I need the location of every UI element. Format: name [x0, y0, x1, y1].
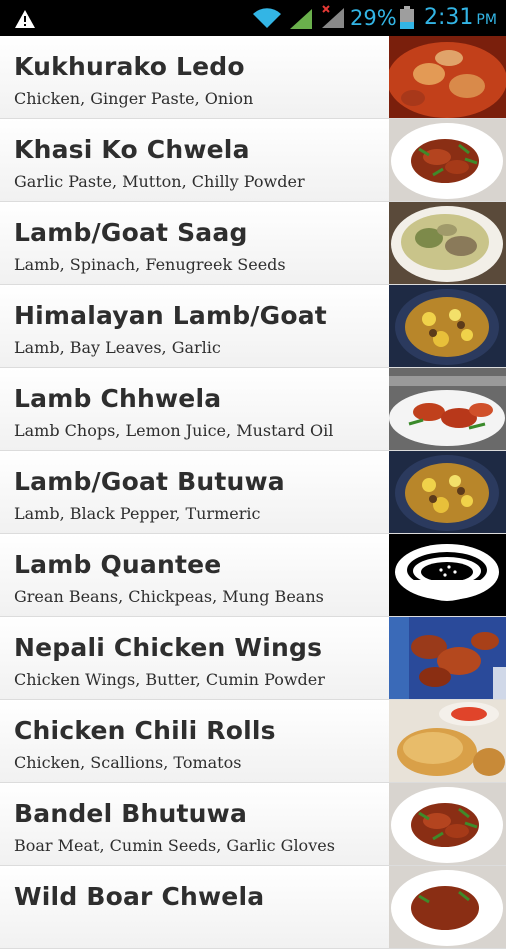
recipe-thumbnail — [389, 700, 506, 782]
recipe-title: Lamb/Goat Butuwa — [14, 467, 285, 496]
recipe-title: Himalayan Lamb/Goat — [14, 301, 327, 330]
recipe-row[interactable]: Wild Boar Chwela — [0, 866, 506, 949]
bowl-placeholder-icon — [389, 534, 506, 616]
recipe-thumbnail — [389, 617, 506, 699]
recipe-thumbnail — [389, 119, 506, 201]
battery-percent: 29% — [350, 6, 397, 30]
recipe-thumbnail — [389, 368, 506, 450]
recipe-row[interactable]: Lamb Chhwela Lamb Chops, Lemon Juice, Mu… — [0, 368, 506, 451]
recipe-title: Chicken Chili Rolls — [14, 716, 276, 745]
recipe-title: Bandel Bhutuwa — [14, 799, 248, 828]
recipe-row[interactable]: Lamb/Goat Butuwa Lamb, Black Pepper, Tur… — [0, 451, 506, 534]
recipe-ingredients: Chicken, Scallions, Tomatos — [14, 753, 242, 772]
recipe-thumbnail — [389, 451, 506, 533]
recipe-title: Lamb Chhwela — [14, 384, 222, 413]
recipe-ingredients: Chicken Wings, Butter, Cumin Powder — [14, 670, 325, 689]
recipe-row[interactable]: Khasi Ko Chwela Garlic Paste, Mutton, Ch… — [0, 119, 506, 202]
recipe-title: Khasi Ko Chwela — [14, 135, 250, 164]
signal-no-data-icon — [320, 4, 346, 34]
recipe-row[interactable]: Bandel Bhutuwa Boar Meat, Cumin Seeds, G… — [0, 783, 506, 866]
recipe-title: Nepali Chicken Wings — [14, 633, 323, 662]
recipe-row[interactable]: Lamb Quantee Grean Beans, Chickpeas, Mun… — [0, 534, 506, 617]
recipe-ingredients: Grean Beans, Chickpeas, Mung Beans — [14, 587, 324, 606]
recipe-ingredients: Lamb, Spinach, Fenugreek Seeds — [14, 255, 286, 274]
status-bar: 29% 2:31 PM — [0, 0, 506, 36]
recipe-title: Kukhurako Ledo — [14, 52, 245, 81]
recipe-title: Lamb Quantee — [14, 550, 222, 579]
signal-icon — [288, 7, 314, 35]
recipe-row[interactable]: Lamb/Goat Saag Lamb, Spinach, Fenugreek … — [0, 202, 506, 285]
recipe-row[interactable]: Nepali Chicken Wings Chicken Wings, Butt… — [0, 617, 506, 700]
battery-icon — [399, 6, 415, 34]
recipe-ingredients: Boar Meat, Cumin Seeds, Garlic Gloves — [14, 836, 335, 855]
warning-icon — [14, 9, 36, 33]
recipe-thumbnail — [389, 866, 506, 948]
recipe-title: Wild Boar Chwela — [14, 882, 265, 911]
recipe-row[interactable]: Chicken Chili Rolls Chicken, Scallions, … — [0, 700, 506, 783]
recipe-title: Lamb/Goat Saag — [14, 218, 248, 247]
recipe-thumbnail — [389, 285, 506, 367]
recipe-row[interactable]: Himalayan Lamb/Goat Lamb, Bay Leaves, Ga… — [0, 285, 506, 368]
clock: 2:31 PM — [424, 5, 497, 30]
recipe-ingredients: Lamb Chops, Lemon Juice, Mustard Oil — [14, 421, 334, 440]
recipe-ingredients: Chicken, Ginger Paste, Onion — [14, 89, 254, 108]
recipe-ingredients: Garlic Paste, Mutton, Chilly Powder — [14, 172, 305, 191]
recipe-thumbnail — [389, 36, 506, 118]
recipe-row[interactable]: Kukhurako Ledo Chicken, Ginger Paste, On… — [0, 36, 506, 119]
recipe-ingredients: Lamb, Black Pepper, Turmeric — [14, 504, 261, 523]
recipe-thumbnail — [389, 783, 506, 865]
recipe-list: Kukhurako Ledo Chicken, Ginger Paste, On… — [0, 36, 506, 949]
wifi-icon — [252, 6, 282, 34]
clock-time: 2:31 — [424, 5, 474, 30]
recipe-thumbnail — [389, 202, 506, 284]
clock-ampm: PM — [476, 12, 497, 28]
recipe-ingredients: Lamb, Bay Leaves, Garlic — [14, 338, 221, 357]
